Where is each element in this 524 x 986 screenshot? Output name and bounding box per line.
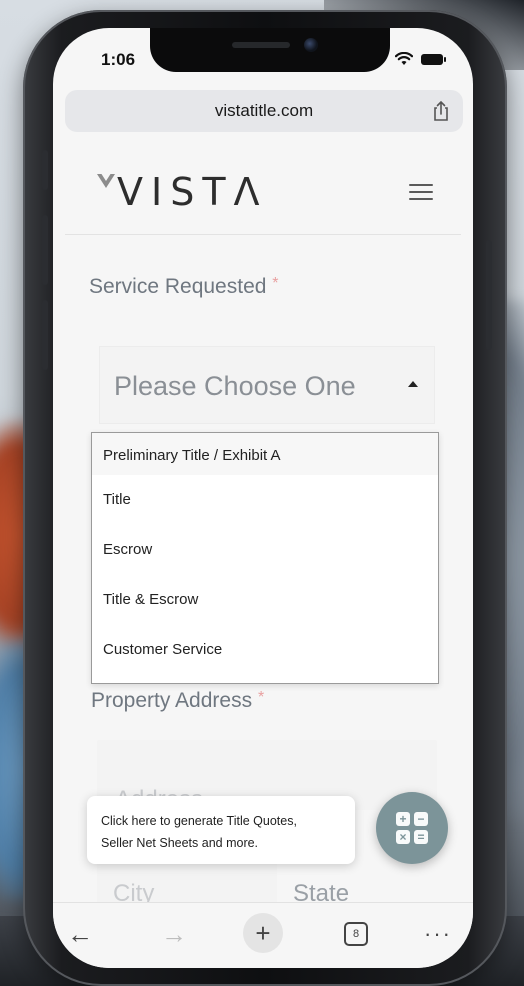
service-dropdown-list: Preliminary Title / Exhibit A Title Escr… [91, 432, 439, 684]
back-arrow-icon[interactable]: ← [63, 917, 97, 951]
tab-count-icon: 8 [344, 922, 368, 946]
option-customer-service[interactable]: Customer Service [92, 625, 438, 675]
property-address-label: Property Address * [91, 689, 264, 713]
calculator-tooltip[interactable]: Click here to generate Title Quotes, Sel… [87, 796, 355, 864]
more-menu-icon[interactable]: ··· [421, 917, 455, 951]
service-requested-label: Service Requested * [89, 275, 279, 299]
property-address-text: Property Address [91, 689, 253, 712]
option-title[interactable]: Title [92, 475, 438, 525]
phone-screen: 1:06 vistatitle.com VISTΛ Service Reques… [53, 28, 473, 968]
vista-logo-text[interactable]: VISTΛ [117, 170, 268, 214]
address-bar[interactable]: vistatitle.com [65, 90, 463, 132]
volume-up-button [42, 215, 48, 285]
service-requested-text: Service Requested [89, 275, 267, 298]
mute-switch [42, 150, 48, 190]
calculator-button[interactable]: + − × = [376, 792, 448, 864]
speaker-grille [232, 42, 290, 48]
front-camera [304, 38, 318, 52]
new-tab-plus-icon[interactable]: + [243, 913, 283, 953]
wifi-icon [395, 52, 413, 65]
vista-logo-mark [97, 174, 115, 188]
header-divider [65, 234, 461, 235]
required-marker: * [257, 689, 265, 706]
select-value: Please Choose One [114, 371, 356, 401]
tooltip-line-2: Seller Net Sheets and more. [101, 836, 259, 850]
site-header: VISTΛ [53, 138, 473, 238]
option-title-escrow[interactable]: Title & Escrow [92, 575, 438, 625]
forward-arrow-icon[interactable]: → [157, 917, 191, 951]
tabs-button[interactable]: 8 [339, 917, 373, 951]
option-preliminary-title[interactable]: Preliminary Title / Exhibit A [92, 433, 438, 475]
required-marker: * [272, 275, 279, 292]
phone-notch [150, 28, 390, 72]
browser-toolbar: ← → + 8 ··· [53, 902, 473, 968]
service-select[interactable]: Please Choose One [99, 346, 435, 424]
url-text[interactable]: vistatitle.com [65, 101, 463, 121]
caret-up-icon [408, 381, 418, 387]
status-time: 1:06 [101, 50, 136, 69]
option-escrow[interactable]: Escrow [92, 525, 438, 575]
power-button [486, 240, 492, 350]
share-icon[interactable] [431, 100, 451, 122]
hamburger-menu-icon[interactable] [409, 184, 433, 202]
tooltip-line-1: Click here to generate Title Quotes, [101, 814, 297, 828]
calculator-icon: + − × = [396, 812, 428, 844]
volume-down-button [42, 300, 48, 370]
battery-icon [421, 54, 446, 65]
